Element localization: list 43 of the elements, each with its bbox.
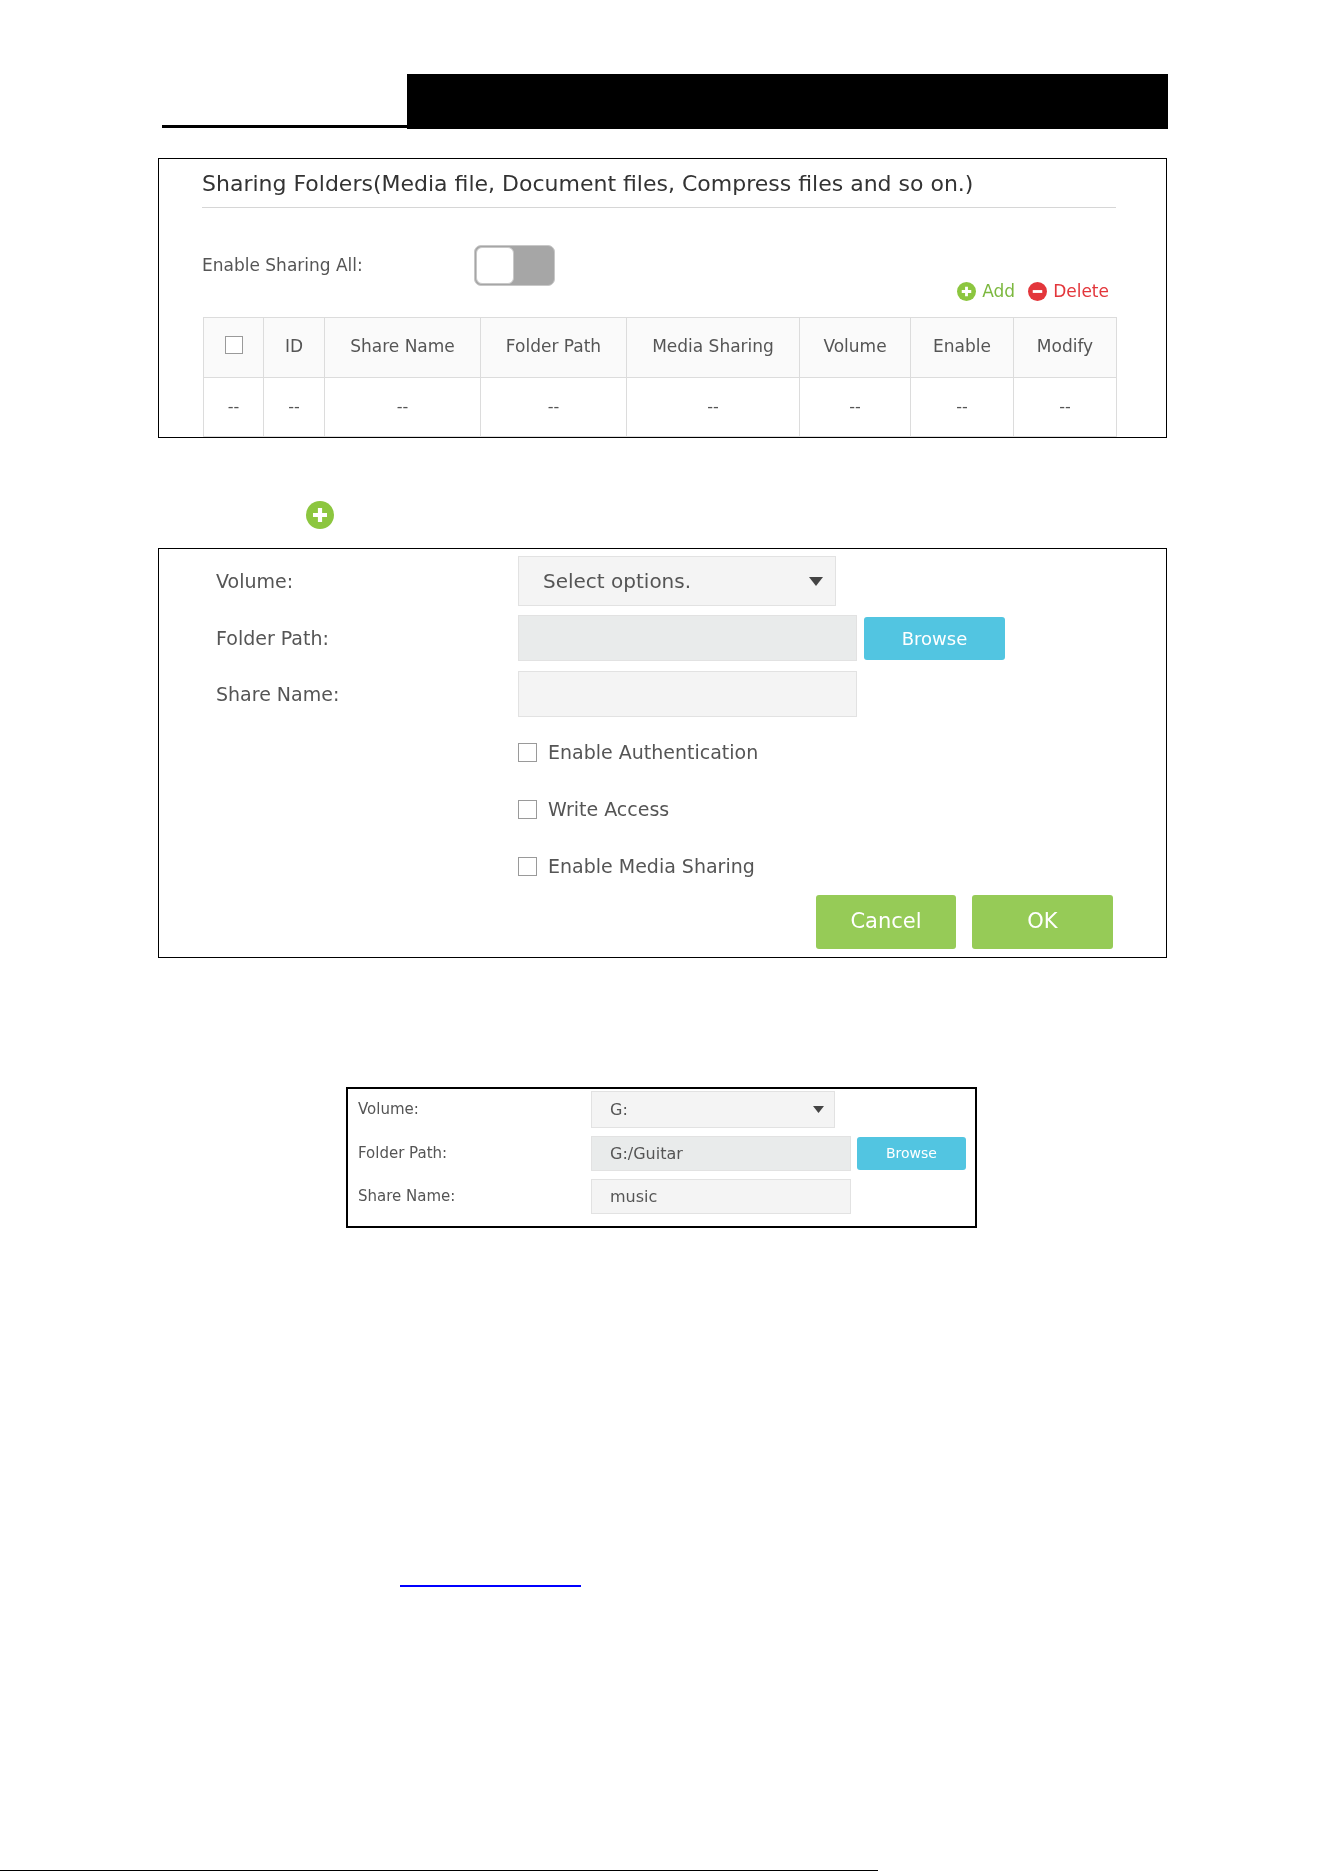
field-label: Share Name: xyxy=(358,1187,456,1206)
toggle-switch[interactable] xyxy=(474,245,555,286)
column-header: Media Sharing xyxy=(626,317,800,377)
field-label: Folder Path: xyxy=(358,1144,448,1163)
share-name-field[interactable] xyxy=(518,671,857,717)
volume-select[interactable]: Select options. xyxy=(518,556,836,606)
minus-icon xyxy=(1028,282,1048,302)
table-cell: -- xyxy=(203,377,264,436)
add-icon xyxy=(306,501,334,529)
checkbox[interactable] xyxy=(518,800,537,819)
column-header: Enable xyxy=(910,317,1014,377)
field-label: Volume: xyxy=(358,1100,419,1119)
table-cell: -- xyxy=(480,377,627,436)
delete-link[interactable]: Delete xyxy=(1028,279,1109,305)
dropdown-caret-icon xyxy=(813,1106,824,1113)
checkbox[interactable] xyxy=(518,743,537,762)
field-label: Folder Path: xyxy=(216,626,329,649)
folder-path-field[interactable] xyxy=(518,615,857,661)
column-header: ID xyxy=(263,317,325,377)
folder-path-field[interactable]: G:/Guitar xyxy=(591,1136,851,1171)
select-all-checkbox[interactable] xyxy=(224,336,243,354)
table-cell: -- xyxy=(626,377,800,436)
table-cell: -- xyxy=(263,377,325,436)
table-cell: -- xyxy=(1013,377,1117,436)
table-cell: -- xyxy=(799,377,911,436)
checkbox-label[interactable]: Write Access xyxy=(548,795,670,824)
column-header: Modify xyxy=(1013,317,1117,377)
field-label: Share Name: xyxy=(216,682,340,705)
table-cell: -- xyxy=(910,377,1014,436)
checkbox-label[interactable]: Enable Authentication xyxy=(548,738,759,767)
column-header: Volume xyxy=(799,317,911,377)
column-header: Folder Path xyxy=(480,317,627,377)
dropdown-caret-icon xyxy=(809,576,823,586)
panel-title: Sharing Folders(Media file, Document files, Compress files and so on.) xyxy=(202,171,974,196)
enable-sharing-label: Enable Sharing All: xyxy=(202,254,363,275)
checkbox[interactable] xyxy=(518,857,537,876)
checkbox-label[interactable]: Enable Media Sharing xyxy=(548,852,755,881)
volume-select[interactable]: G: xyxy=(591,1091,835,1128)
add-icon xyxy=(957,282,977,302)
field-label: Volume: xyxy=(216,569,294,592)
share-name-field[interactable]: music xyxy=(591,1179,851,1214)
table-cell: -- xyxy=(324,377,481,436)
column-header: Share Name xyxy=(324,317,481,377)
